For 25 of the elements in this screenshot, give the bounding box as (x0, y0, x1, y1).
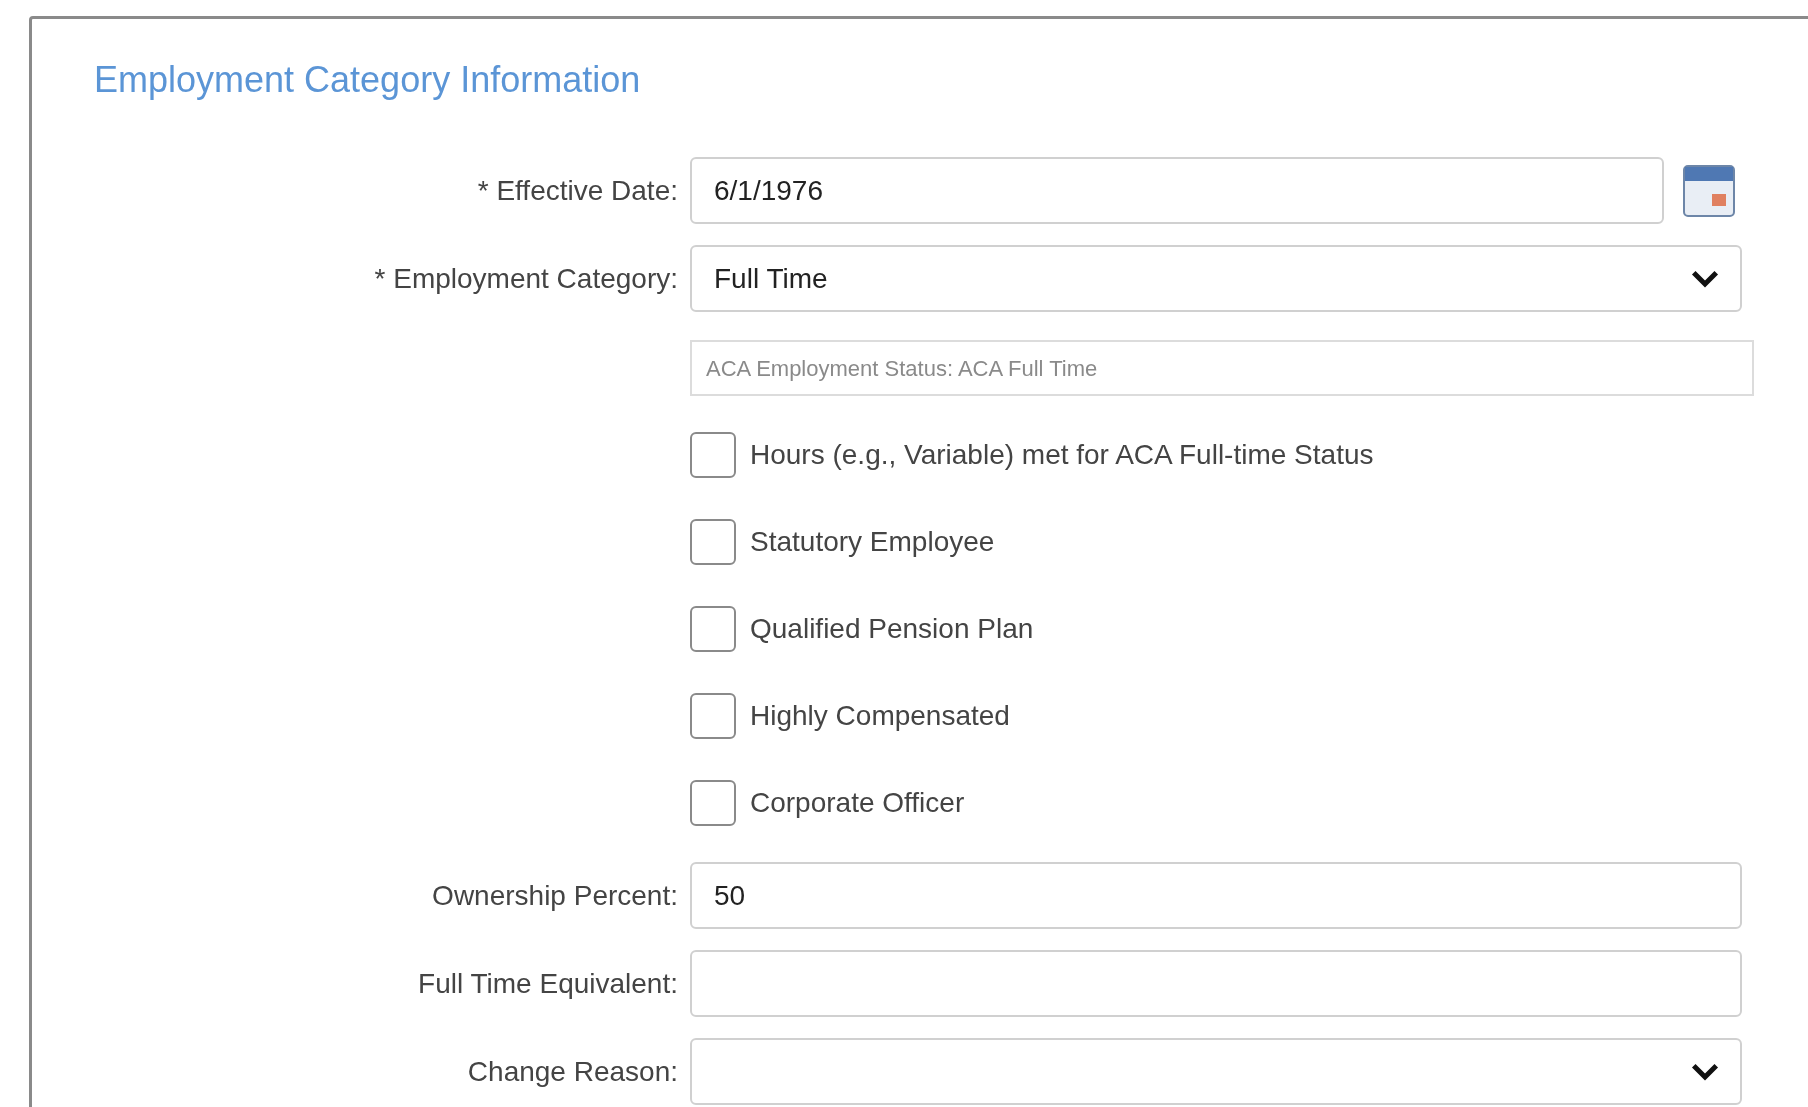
dropdown[interactable]: Full Time (690, 245, 1742, 312)
field-label: Ownership Percent: (432, 879, 678, 911)
field-label: * Effective Date: (477, 174, 678, 206)
field-label: Change Reason: (467, 1055, 678, 1087)
section-title: Employment Category Information (94, 58, 642, 102)
checkbox[interactable] (690, 606, 736, 652)
checkbox[interactable] (690, 432, 736, 478)
checkbox-label: Qualified Pension Plan (750, 612, 1034, 646)
checkbox[interactable] (690, 780, 736, 826)
status-info: ACA Employment Status: ACA Full Time (690, 340, 1754, 396)
field-label: * Employment Category: (374, 262, 678, 294)
checkbox-label: Highly Compensated (750, 699, 1010, 733)
input-field[interactable]: 50 (690, 862, 1742, 929)
checkbox[interactable] (690, 519, 736, 565)
input-field[interactable]: 6/1/1976 (690, 157, 1664, 224)
chevron-down-icon (1690, 268, 1720, 289)
chevron-down-icon (1690, 1061, 1720, 1082)
checkbox[interactable] (690, 693, 736, 739)
checkbox-label: Corporate Officer (750, 786, 965, 820)
dropdown-value: Full Time (714, 261, 828, 296)
calendar-icon[interactable] (1682, 163, 1736, 218)
input-field[interactable] (690, 950, 1742, 1017)
checkbox-label: Statutory Employee (750, 525, 995, 559)
field-label: Full Time Equivalent: (418, 967, 678, 999)
checkbox-label: Hours (e.g., Variable) met for ACA Full-time Status (750, 438, 1374, 472)
